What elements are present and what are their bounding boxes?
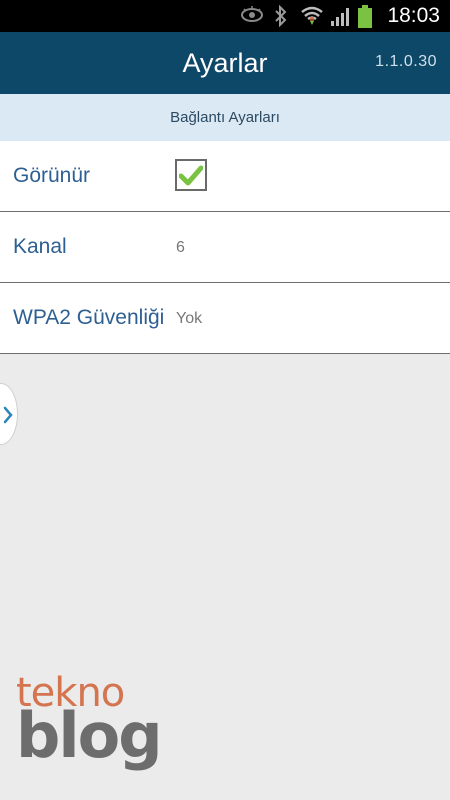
wpa2-label: WPA2 Güvenliği: [13, 306, 165, 329]
signal-icon: [330, 5, 352, 32]
bluetooth-icon: [274, 4, 288, 32]
section-header: Bağlantı Ayarları: [0, 94, 450, 141]
visible-setting-row[interactable]: Görünür: [0, 141, 450, 212]
status-time: 18:03: [387, 4, 440, 27]
channel-label: Kanal: [13, 235, 67, 258]
visible-checkbox[interactable]: [175, 159, 207, 191]
watermark-logo: tekno blog: [16, 673, 163, 772]
app-bar: Ayarlar 1.1.0.30: [0, 32, 450, 94]
watermark-line2: blog: [16, 699, 163, 772]
visible-label: Görünür: [13, 164, 91, 187]
status-bar: 18:03: [0, 0, 450, 32]
drawer-handle[interactable]: [0, 383, 18, 445]
chevron-right-icon: [3, 406, 13, 424]
version-label: 1.1.0.30: [375, 53, 437, 70]
wpa2-setting-row[interactable]: WPA2 Güvenliği Yok: [0, 283, 450, 354]
wpa2-value: Yok: [176, 310, 203, 327]
eye-icon: [240, 5, 264, 30]
wifi-icon: [300, 5, 324, 32]
battery-icon: [357, 5, 373, 34]
settings-list: Görünür Kanal 6 WPA2 Güvenliği Yok: [0, 141, 450, 354]
channel-setting-row[interactable]: Kanal 6: [0, 212, 450, 283]
channel-value: 6: [176, 239, 185, 256]
checkmark-icon: [179, 165, 203, 186]
